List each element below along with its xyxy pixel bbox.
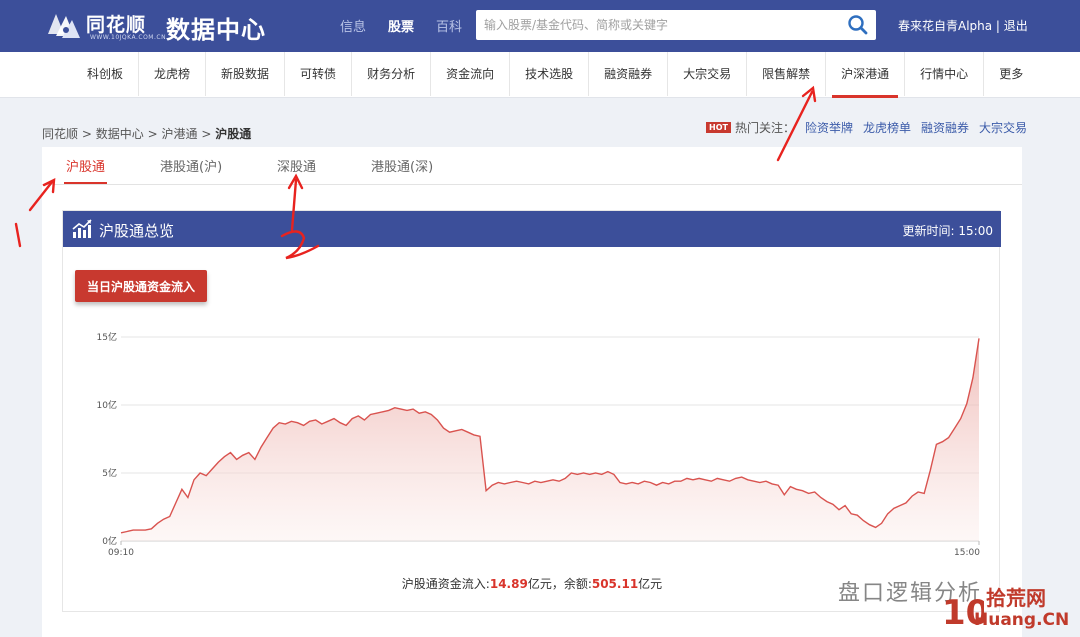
summary-prefix: 沪股通资金流入: (401, 577, 490, 591)
category-nav-item[interactable]: 行情中心 (905, 52, 985, 96)
top-nav: 信息 股票 百科 (340, 16, 462, 35)
category-nav-item[interactable]: 新股数据 (206, 52, 286, 96)
hot-link[interactable]: 险资举牌 (805, 119, 853, 136)
summary-suffix: 亿元 (638, 577, 663, 591)
breadcrumb-link[interactable]: 同花顺 (42, 127, 78, 141)
category-nav-item[interactable]: 财务分析 (352, 52, 432, 96)
y-tick-label: 10亿 (97, 399, 117, 411)
summary-inflow-value: 14.89 (489, 577, 528, 591)
site-watermark-domain: Huang.CN (974, 610, 1070, 630)
breadcrumb-separator: > (201, 127, 212, 141)
category-nav-item[interactable]: 融资融券 (589, 52, 669, 96)
top-header: 同花顺 WWW.10JQKA.COM.CN 数据中心 信息 股票 百科 春来花自… (0, 0, 1080, 52)
hot-link[interactable]: 融资融券 (921, 119, 969, 136)
x-tick-label: 15:00 (954, 548, 980, 558)
x-tick-label: 09:10 (108, 548, 134, 558)
connect-tabs: 沪股通 港股通(沪) 深股通 港股通(深) (42, 147, 1022, 185)
tab-hk-connect-sz[interactable]: 港股通(深) (371, 156, 433, 175)
y-tick-label: 5亿 (102, 467, 117, 479)
overview-card: 沪股通总览 更新时间: 15:00 当日沪股通资金流入 0亿 5亿 10亿 15亿 09… (62, 210, 1001, 612)
category-nav-item[interactable]: 龙虎榜 (139, 52, 207, 96)
tab-shenzhen-connect[interactable]: 深股通 (277, 156, 316, 175)
summary-balance-value: 505.11 (591, 577, 639, 591)
inflow-area-fill (121, 338, 979, 541)
update-time-value: 15:00 (958, 224, 993, 238)
daily-inflow-button[interactable]: 当日沪股通资金流入 (75, 270, 207, 302)
update-time: 更新时间: 15:00 (903, 222, 993, 239)
category-nav-item[interactable]: 大宗交易 (668, 52, 748, 96)
category-nav: 科创板 龙虎榜 新股数据 可转债 财务分析 资金流向 技术选股 融资融券 大宗交… (0, 52, 1080, 98)
tab-hk-connect-sh[interactable]: 港股通(沪) (160, 156, 222, 175)
category-nav-item[interactable]: 更多 (984, 52, 1038, 96)
search-icon[interactable] (846, 14, 870, 36)
breadcrumb-link[interactable]: 沪港通 (161, 127, 197, 141)
category-nav-item[interactable]: 资金流向 (431, 52, 511, 96)
y-tick-label: 15亿 (97, 331, 117, 343)
top-nav-item-info[interactable]: 信息 (340, 16, 366, 35)
breadcrumb: 同花顺 > 数据中心 > 沪港通 > 沪股通 (42, 125, 251, 142)
top-nav-item-stocks[interactable]: 股票 (388, 16, 414, 35)
category-nav-item[interactable]: 技术选股 (510, 52, 590, 96)
inflow-area-chart: 0亿 5亿 10亿 15亿 09:10 15:00 (97, 331, 981, 558)
category-nav-item-active[interactable]: 沪深港通 (826, 52, 906, 98)
category-nav-item[interactable]: 科创板 (72, 52, 140, 96)
top-nav-item-wiki[interactable]: 百科 (436, 16, 462, 35)
overview-card-title: 沪股通总览 (99, 222, 175, 240)
update-time-label: 更新时间: (902, 224, 955, 238)
breadcrumb-separator: > (147, 127, 158, 141)
trend-chart-icon (72, 219, 92, 238)
hot-link[interactable]: 大宗交易 (979, 119, 1027, 136)
logo-text: 同花顺 (86, 14, 147, 36)
summary-mid: 亿元，余额: (527, 577, 592, 591)
hot-badge: HOT (706, 122, 731, 133)
tab-shanghai-connect[interactable]: 沪股通 (63, 156, 108, 184)
breadcrumb-link[interactable]: 数据中心 (96, 127, 144, 141)
logo[interactable]: 同花顺 WWW.10JQKA.COM.CN (42, 8, 166, 44)
search-input[interactable] (476, 10, 836, 40)
fan-cards-logo-icon (48, 14, 80, 38)
breadcrumb-current: 沪股通 (215, 127, 252, 141)
category-nav-item[interactable]: 限售解禁 (747, 52, 827, 96)
user-account-link[interactable]: 春来花自青Alpha | 退出 (898, 17, 1028, 34)
site-watermark-name: 拾荒网 (986, 586, 1046, 610)
hot-topics: HOT 热门关注： 险资举牌 龙虎榜单 融资融券 大宗交易 (706, 119, 1027, 136)
overview-card-header: 沪股通总览 更新时间: 15:00 (63, 211, 1001, 247)
logo-subtext: WWW.10JQKA.COM.CN (90, 34, 167, 41)
breadcrumb-separator: > (81, 127, 92, 141)
site-title: 数据中心 (166, 16, 266, 44)
search-box (476, 10, 876, 40)
category-nav-item[interactable]: 可转债 (285, 52, 353, 96)
y-tick-label: 0亿 (102, 535, 117, 547)
hot-label: 热门关注： (734, 121, 795, 135)
main-panel: 沪股通 港股通(沪) 深股通 港股通(深) 沪股通总览 更新时间: 15:00 … (42, 147, 1022, 637)
hot-link[interactable]: 龙虎榜单 (863, 119, 911, 136)
category-nav-items: 科创板 龙虎榜 新股数据 可转债 财务分析 资金流向 技术选股 融资融券 大宗交… (72, 52, 1038, 98)
site-watermark: 10 拾荒网 Huang.CN (940, 582, 1080, 637)
